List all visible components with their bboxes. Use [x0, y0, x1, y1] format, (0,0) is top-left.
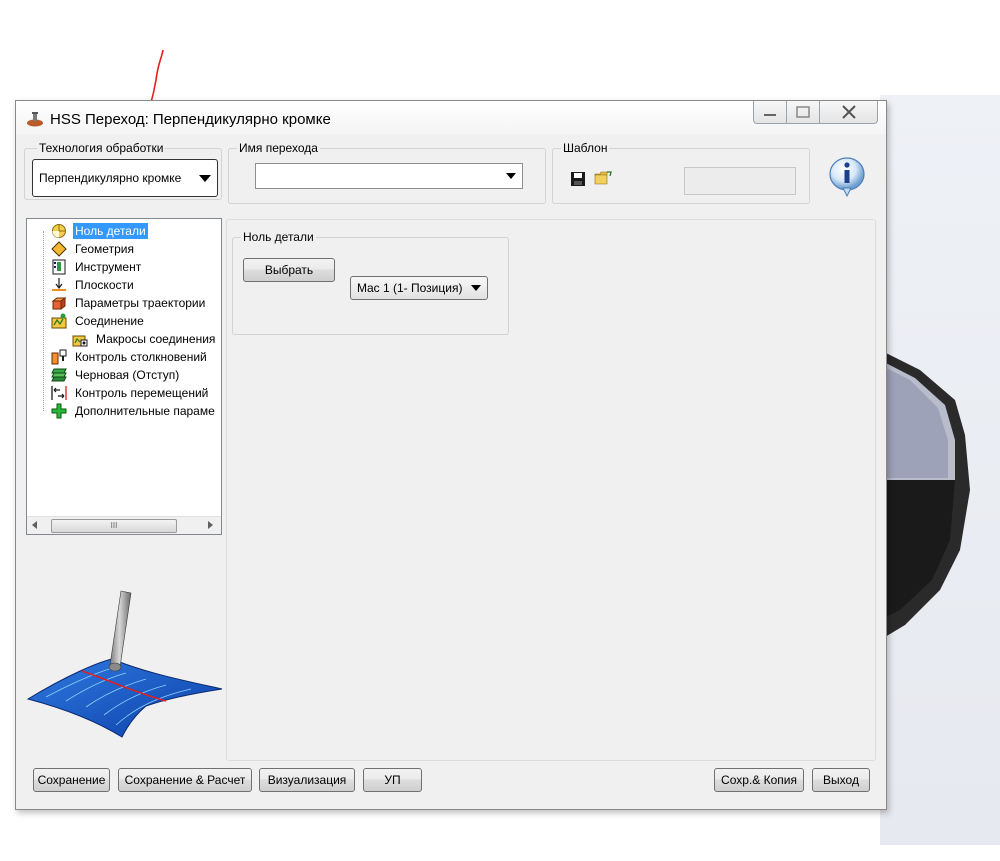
chevron-down-icon	[471, 285, 481, 291]
tool-icon	[52, 259, 66, 275]
path-params-icon	[51, 297, 67, 310]
tree-item-link-macros[interactable]: Макросы соединения	[72, 330, 217, 348]
tree-item-motion-control[interactable]: Контроль перемещений	[51, 384, 210, 402]
save-icon[interactable]	[570, 171, 586, 187]
dialog-window: HSS Переход: Перпендикулярно кромке Техн…	[15, 100, 887, 810]
tree-item-label: Параметры траектории	[75, 296, 206, 310]
part-zero-icon	[52, 224, 66, 238]
planes-icon	[52, 278, 66, 291]
window-title: HSS Переход: Перпендикулярно кромке	[50, 111, 331, 128]
tree-item-tool[interactable]: Инструмент	[51, 258, 143, 276]
title-bar: HSS Переход: Перпендикулярно кромке	[16, 101, 886, 135]
tree-item-label: Геометрия	[75, 242, 134, 256]
motion-control-icon	[51, 386, 67, 400]
tree-connector	[43, 231, 44, 411]
close-button[interactable]	[819, 101, 878, 124]
close-icon	[841, 105, 856, 119]
scroll-thumb[interactable]: III	[51, 519, 177, 533]
main-panel: Ноль детали Выбрать Mac 1 (1- Позиция)	[226, 219, 876, 761]
tree-item-label: Дополнительные параме	[75, 404, 215, 418]
part-zero-group-label: Ноль детали	[241, 230, 316, 244]
up-button[interactable]: УП	[363, 768, 422, 792]
save-button[interactable]: Сохранение	[33, 768, 110, 792]
technology-select[interactable]: Перпендикулярно кромке	[32, 159, 218, 197]
tree-item-roughing[interactable]: Черновая (Отступ)	[51, 366, 181, 384]
info-icon[interactable]	[827, 156, 867, 198]
maximize-button[interactable]	[786, 101, 820, 124]
tree-panel[interactable]: Ноль детали Геометрия Инструмент Плоскос…	[26, 218, 222, 535]
geometry-icon	[51, 241, 67, 257]
tree-item-label: Соединение	[75, 314, 144, 328]
tree-item-link[interactable]: Соединение	[51, 312, 146, 330]
tree-item-collision[interactable]: Контроль столкновений	[51, 348, 209, 366]
save-copy-button[interactable]: Сохр.& Копия	[714, 768, 804, 792]
tree-item-label: Черновая (Отступ)	[75, 368, 180, 382]
link-macros-icon	[72, 335, 88, 347]
template-label: Шаблон	[561, 141, 610, 155]
tree-item-additional[interactable]: Дополнительные параме	[51, 402, 217, 420]
app-icon	[27, 112, 43, 127]
tree-item-label: Инструмент	[75, 260, 142, 274]
technology-value: Перпендикулярно кромке	[39, 171, 182, 185]
tree-item-geometry[interactable]: Геометрия	[51, 240, 136, 258]
scroll-right-arrow-icon[interactable]	[208, 521, 213, 529]
save-calc-button[interactable]: Сохранение & Расчет	[118, 768, 252, 792]
visualize-button[interactable]: Визуализация	[259, 768, 355, 792]
tree-horizontal-scrollbar[interactable]: III	[27, 516, 221, 534]
tree-item-label: Макросы соединения	[96, 332, 216, 346]
tree-item-planes[interactable]: Плоскости	[51, 276, 136, 294]
tree-item-part-zero[interactable]: Ноль детали	[51, 222, 148, 240]
collision-icon	[51, 349, 67, 365]
template-field[interactable]	[684, 167, 796, 195]
select-button[interactable]: Выбрать	[243, 258, 335, 282]
chevron-down-icon	[506, 173, 516, 179]
roughing-icon	[51, 368, 67, 382]
transition-name-label: Имя перехода	[237, 141, 320, 155]
minimize-button[interactable]	[753, 101, 787, 124]
mac-select-value: Mac 1 (1- Позиция)	[357, 281, 463, 295]
tree-item-label: Плоскости	[75, 278, 134, 292]
scroll-left-arrow-icon[interactable]	[32, 521, 37, 529]
exit-button[interactable]: Выход	[812, 768, 870, 792]
tool-surface-illustration	[26, 590, 223, 738]
chevron-down-icon	[199, 175, 211, 182]
tree-item-label: Ноль детали	[73, 223, 148, 239]
transition-name-select[interactable]	[255, 163, 523, 189]
mac-select[interactable]: Mac 1 (1- Позиция)	[350, 276, 488, 300]
tree-item-label: Контроль перемещений	[75, 386, 209, 400]
tree-item-label: Контроль столкновений	[75, 350, 207, 364]
tree-item-path-params[interactable]: Параметры траектории	[51, 294, 207, 312]
technology-label: Технология обработки	[37, 141, 166, 155]
additional-icon	[51, 403, 67, 419]
folder-open-icon[interactable]	[594, 170, 612, 186]
link-icon	[51, 313, 67, 329]
